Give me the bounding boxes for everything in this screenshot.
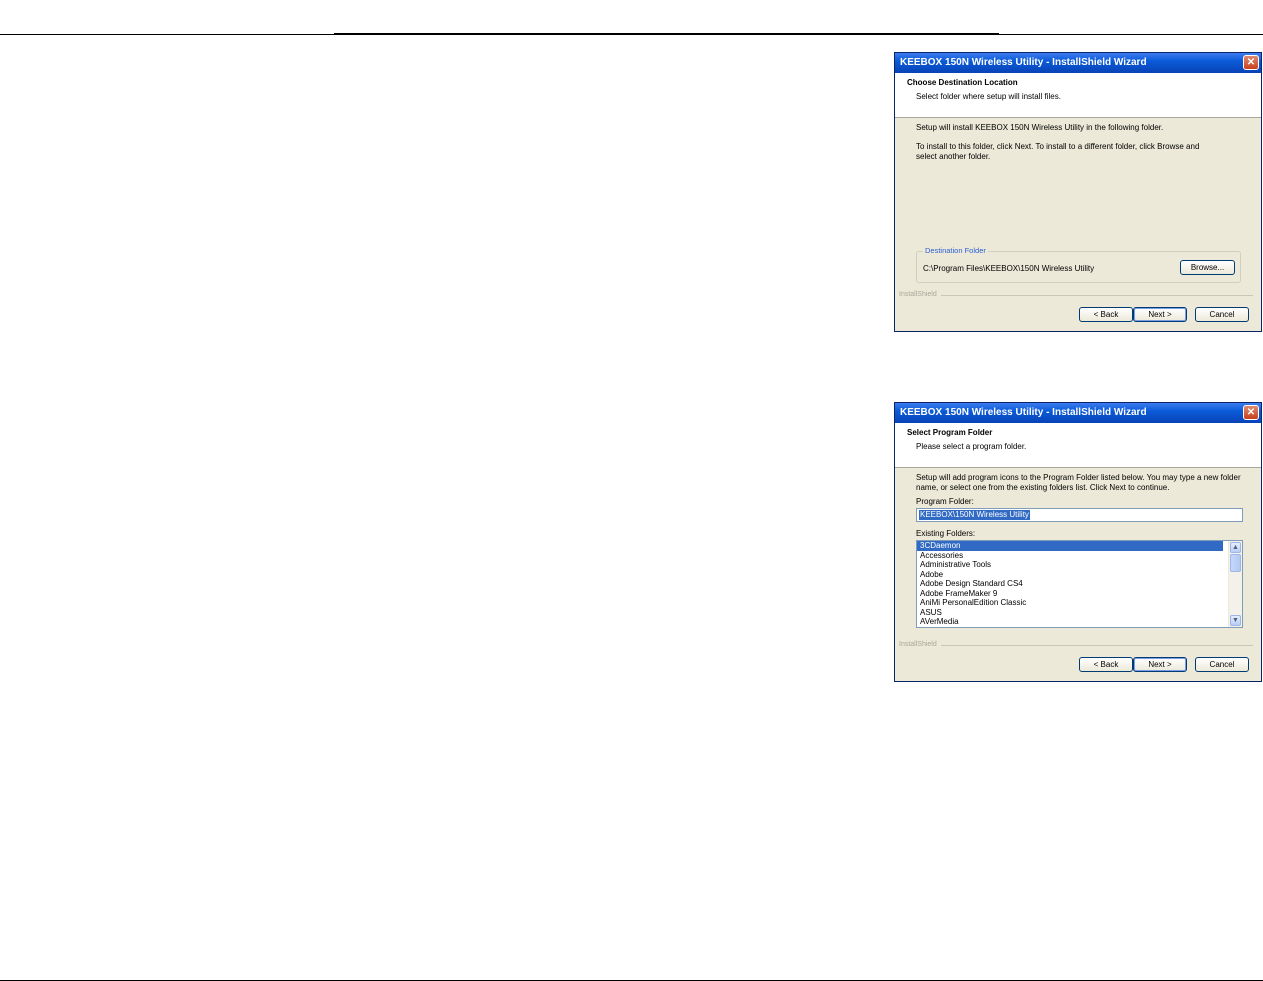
dialog-title: KEEBOX 150N Wireless Utility - InstallSh… [900, 57, 1147, 68]
info-text: Setup will install KEEBOX 150N Wireless … [916, 123, 1164, 132]
close-icon[interactable]: ✕ [1243, 55, 1259, 70]
page-header-rule [334, 33, 999, 35]
program-folder-value: KEEBOX\150N Wireless Utility [919, 510, 1030, 520]
scroll-thumb[interactable] [1230, 554, 1241, 572]
list-item[interactable]: AniMi PersonalEdition Classic [917, 598, 1242, 608]
dialog-header: Choose Destination Location Select folde… [895, 73, 1261, 118]
info-text: Setup will add program icons to the Prog… [916, 473, 1241, 492]
dialog-titlebar[interactable]: KEEBOX 150N Wireless Utility - InstallSh… [895, 403, 1261, 423]
instruction-text: To install to this folder, click Next. T… [916, 142, 1200, 161]
installshield-brand: InstallShield [899, 641, 937, 648]
close-icon[interactable]: ✕ [1243, 405, 1259, 420]
list-item[interactable]: Accessories [917, 551, 1242, 561]
destination-folder-group: Destination Folder C:\Program Files\KEEB… [916, 246, 1241, 283]
list-item[interactable]: Adobe [917, 570, 1242, 580]
choose-destination-dialog: KEEBOX 150N Wireless Utility - InstallSh… [894, 52, 1262, 332]
header-title: Choose Destination Location [907, 78, 1018, 87]
divider [941, 645, 1253, 646]
dialog-title: KEEBOX 150N Wireless Utility - InstallSh… [900, 407, 1147, 418]
next-button[interactable]: Next > [1133, 657, 1187, 672]
select-program-folder-dialog: KEEBOX 150N Wireless Utility - InstallSh… [894, 402, 1262, 682]
list-item[interactable]: Adobe Design Standard CS4 [917, 579, 1242, 589]
cancel-button[interactable]: Cancel [1195, 307, 1249, 322]
list-item[interactable]: 3CDaemon [917, 541, 1223, 551]
back-button[interactable]: < Back [1079, 657, 1133, 672]
next-button[interactable]: Next > [1133, 307, 1187, 322]
list-item[interactable]: Adobe FrameMaker 9 [917, 589, 1242, 599]
destination-path: C:\Program Files\KEEBOX\150N Wireless Ut… [923, 264, 1095, 273]
scroll-up-icon[interactable]: ▲ [1230, 542, 1241, 553]
program-folder-label: Program Folder: [916, 497, 974, 506]
group-label: Destination Folder [923, 246, 988, 255]
cancel-button[interactable]: Cancel [1195, 657, 1249, 672]
browse-button[interactable]: Browse... [1180, 260, 1235, 275]
back-button[interactable]: < Back [1079, 307, 1133, 322]
list-scrollbar[interactable]: ▲ ▼ [1228, 541, 1242, 627]
dialog-titlebar[interactable]: KEEBOX 150N Wireless Utility - InstallSh… [895, 53, 1261, 73]
folder-items: 3CDaemon Accessories Administrative Tools A… [917, 541, 1242, 627]
scroll-down-icon[interactable]: ▼ [1230, 615, 1241, 626]
header-title: Select Program Folder [907, 428, 993, 437]
existing-folders-list[interactable]: 3CDaemon Accessories Administrative Tools A… [916, 540, 1243, 628]
existing-folders-label: Existing Folders: [916, 529, 976, 538]
header-subtitle: Please select a program folder. [916, 442, 1027, 451]
list-item[interactable]: ASUS [917, 608, 1242, 618]
header-subtitle: Select folder where setup will install f… [916, 92, 1061, 101]
installshield-brand: InstallShield [899, 291, 937, 298]
dialog-header: Select Program Folder Please select a pr… [895, 423, 1261, 468]
divider [941, 295, 1253, 296]
list-item[interactable]: Administrative Tools [917, 560, 1242, 570]
list-item[interactable]: AVerMedia [917, 617, 1242, 627]
program-folder-input[interactable]: KEEBOX\150N Wireless Utility [916, 508, 1243, 522]
